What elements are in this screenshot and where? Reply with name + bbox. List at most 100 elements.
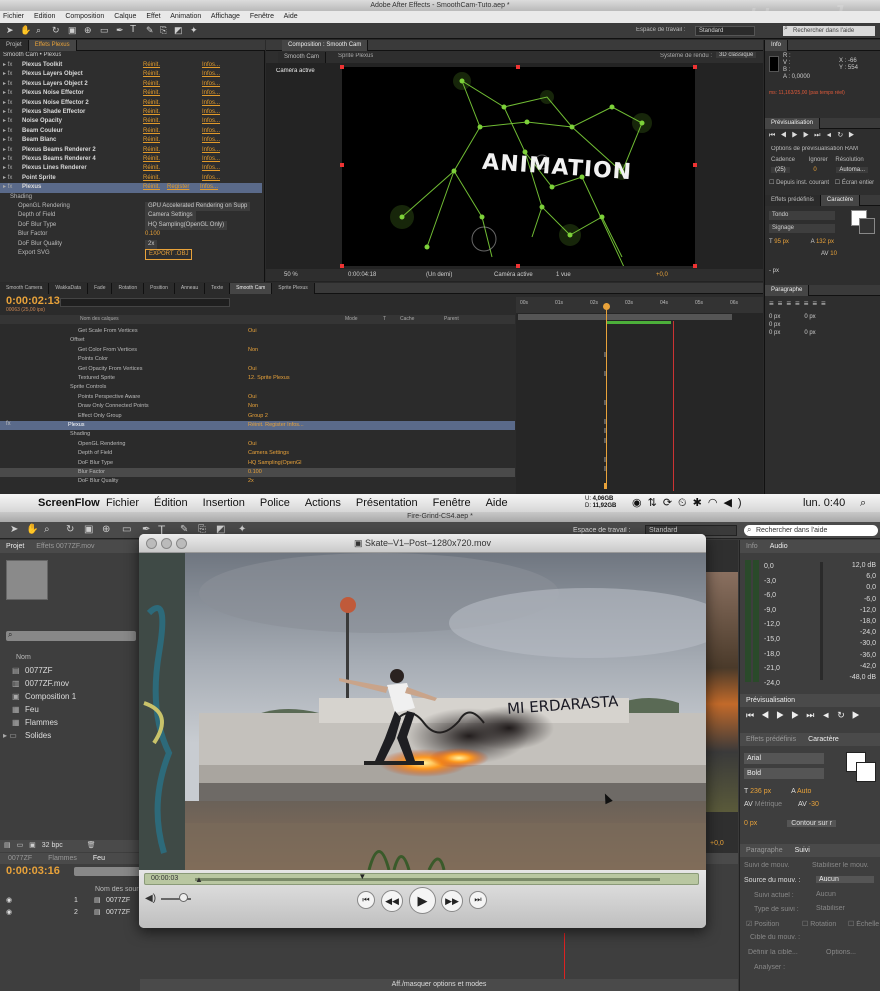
font-family-select[interactable]: Tondo [769,211,835,220]
fx-toggle-icon[interactable]: ▸ fx [3,99,12,108]
new-comp-icon[interactable]: ▣ [29,842,36,849]
timeline-property-row[interactable]: Sprite Controls [0,383,515,392]
timeline-property-row[interactable]: Get Opacity From Vertices Oui [0,365,515,374]
align-left-icon[interactable]: ≡ [769,299,778,308]
infos-link[interactable]: Infos... [202,117,220,126]
timeline-tab[interactable]: Texte [205,283,231,294]
track-motion-button[interactable]: Suivi de mouv. [744,862,789,869]
current-time-indicator[interactable] [606,303,607,488]
tab-preview[interactable]: Prévisualisation [765,118,821,129]
effect-row[interactable]: ▸ fx Plexus Lines Renderer Réinit. Infos... [0,164,262,173]
reset-link[interactable]: Réinit. [143,183,160,192]
timeline-property-row[interactable]: Depth of Field Camera Settings [0,449,515,458]
infos-link[interactable]: Infos... [202,89,220,98]
timeline-tab[interactable]: Position [144,283,175,294]
timeline-tab[interactable]: Fade [88,283,113,294]
ram-preview-icon[interactable]: ▶ [852,710,867,720]
infos-link[interactable]: Infos... [202,61,220,70]
puppet-tool-icon[interactable]: ✦ [190,25,198,36]
timeline-property-row[interactable]: Effect Only Group Group 2 [0,412,515,421]
reset-link[interactable]: Réinit. [143,127,160,136]
timeline-tab[interactable]: Rotation [112,283,145,294]
stroke-width-value[interactable]: - px [769,268,779,274]
infos-link[interactable]: Infos... [200,183,218,192]
zoom-tool-icon[interactable]: ⌕ [36,25,41,36]
mac-menu-item[interactable]: Fenêtre [433,497,471,509]
menu-clock[interactable]: lun. 0:40 [803,494,845,512]
loop-icon[interactable]: ↻ [837,132,848,139]
next-frame-icon[interactable]: ▶ [803,132,814,139]
property-value[interactable]: Group 2 [248,412,268,421]
pan-behind-tool-icon[interactable]: ⊕ [84,25,92,36]
time-ruler[interactable]: 00s 01s 02s 03s 04s 05s 06s [516,297,763,313]
fx-toggle-icon[interactable]: ▸ fx [3,89,12,98]
menu-fichier[interactable]: Fichier [3,13,24,20]
comp-timecode[interactable]: 0:00:04:18 [348,269,376,281]
tab-project[interactable]: Projet [0,40,29,51]
reset-link[interactable]: Réinit. [143,117,160,126]
infos-link[interactable]: Infos... [202,174,220,183]
shape-tool-icon[interactable]: ▭ [100,25,109,36]
timeline-property-row[interactable]: Textured Sprite 12. Sprite Plexus [0,374,515,383]
justify-right-icon[interactable]: ≡ [812,299,821,308]
project-item[interactable]: ▦ Feu [0,703,140,716]
timeline-tab[interactable]: Smooth Cam [230,283,273,294]
go-to-end-button[interactable]: ⏭ [469,891,487,909]
next-frame-icon[interactable]: ▶ [791,710,806,720]
fast-forward-button[interactable]: ▶▶ [441,890,463,912]
menu-affichage[interactable]: Affichage [211,13,240,20]
mac-menu-item[interactable]: Actions [305,497,341,509]
project-item[interactable]: ▥ 0077ZF.mov [0,677,140,690]
timeline-tab[interactable]: Smooth Camera [0,283,50,294]
blur-factor-keyframe[interactable] [604,483,607,489]
fx-toggle-icon[interactable]: ▸ fx [3,174,12,183]
project-item[interactable]: ▦ Flammes [0,716,140,729]
zoom-select[interactable]: 50 % [284,269,298,281]
justify-all-icon[interactable]: ≡ [821,299,830,308]
tab-effects-controls[interactable]: Effets 0077ZF.mov [30,543,100,550]
scrubber-in-marker[interactable]: ▲ [195,876,203,884]
effect-row[interactable]: ▸ fx Point Sprite Réinit. Infos... [0,174,262,183]
font-size-value[interactable]: 236 px [750,788,771,795]
stroke-width-value[interactable]: 0 px [744,820,757,827]
network-status-icon[interactable]: ⇅ [648,497,663,509]
timeline-tab[interactable]: WakkaData [49,283,89,294]
effect-row[interactable]: ▸ fx Plexus Beams Renderer 2 Réinit. Infos.… [0,146,262,155]
tracking-value[interactable]: 10 [830,251,837,257]
eye-icon[interactable]: ◉ [6,895,12,906]
play-icon[interactable]: ▶ [776,710,791,720]
tab-character[interactable]: Caractère [820,195,861,206]
mac-menu-item[interactable]: Fichier [106,497,139,509]
font-style-select[interactable]: Bold [744,768,824,779]
tab-character[interactable]: Caractère [802,736,845,743]
plexus-property-row[interactable]: Blur Factor 0.100 [0,230,262,239]
ram-preview-icon[interactable]: ▶ [848,132,859,139]
tab-paragraph[interactable]: Paragraphe [740,847,789,854]
rotation-checkbox[interactable]: ☐ [802,921,808,928]
eraser-tool-icon[interactable]: ◩ [174,25,183,36]
workspace-select[interactable]: Standard [695,26,755,36]
view-layout-select[interactable]: 1 vue [556,269,571,281]
plexus-property-row[interactable]: Export SVG EXPORT .OBJ [0,249,262,261]
subtab-smooth-cam[interactable]: Smooth Cam [278,52,327,63]
fx-toggle-icon[interactable]: ▸ fx [3,117,12,126]
tab-effects-presets[interactable]: Effets prédéfinis [765,195,821,206]
effect-row[interactable]: ▸ fx Plexus Toolkit Réinit. Infos... [0,61,262,70]
text-tool-icon[interactable]: T [130,24,136,35]
layer-name[interactable]: 0077ZF [106,895,130,906]
timeline-property-row[interactable]: Points Color [0,355,515,364]
plexus-property-row[interactable]: Depth of Field Camera Settings [0,211,262,221]
selection-tool-icon[interactable]: ➤ [10,524,18,535]
menu-effet[interactable]: Effet [146,13,160,20]
property-value[interactable]: Camera Settings [248,449,289,458]
new-folder-icon[interactable]: ▭ [17,842,24,849]
resolution-select[interactable]: Automa... [836,167,869,173]
tab-audio[interactable]: Audio [764,543,794,550]
timeline-property-row[interactable]: Get Scale From Vertices Oui [0,327,515,336]
fx-toggle-icon[interactable]: ▸ fx [3,155,12,164]
justify-left-icon[interactable]: ≡ [795,299,804,308]
shape-tool-icon[interactable]: ▭ [122,524,131,535]
work-area-bar[interactable] [518,314,732,320]
timeline-property-row[interactable]: Plexus Réinit. Register Infos... [0,421,515,431]
mac-menu-item[interactable]: Police [260,497,290,509]
